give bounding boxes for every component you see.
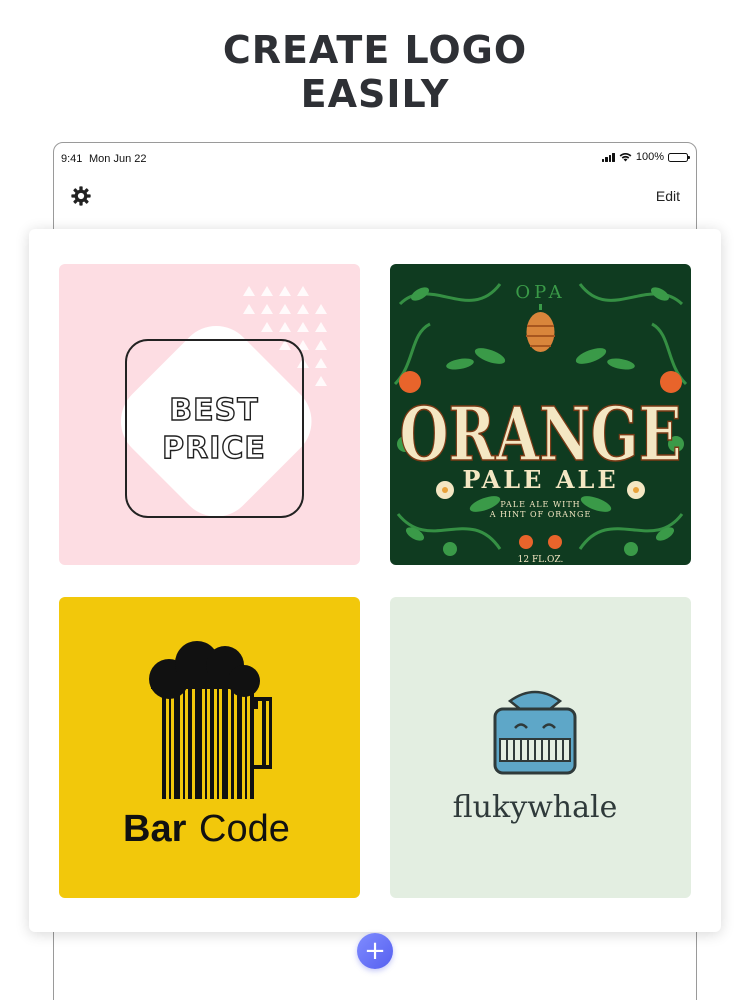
best-price-logo: BEST PRICE: [59, 264, 360, 565]
flukywhale-label: flukywhale: [453, 790, 618, 825]
cellular-signal-icon: [601, 152, 615, 162]
logo-gallery-card: BEST PRICE OPA ORANGE PALE ALE PALE ALE …: [29, 229, 721, 932]
wifi-icon: [619, 152, 632, 162]
logo-tile-best-price[interactable]: BEST PRICE: [59, 264, 360, 565]
promo-headline: CREATE LOGO EASILY: [0, 28, 750, 116]
status-time: 9:41: [61, 153, 83, 165]
barcode-label-bold: Bar: [123, 808, 187, 850]
pale-ale-subtitle: PALE ALE: [462, 465, 618, 494]
orange-pale-ale-logo: OPA ORANGE PALE ALE PALE ALE WITH A HINT…: [390, 264, 691, 565]
add-logo-button[interactable]: +: [357, 933, 393, 969]
barcode-logo: Bar Code: [59, 597, 360, 898]
status-bar: 9:41 Mon Jun 22 100%: [54, 143, 696, 171]
headline-line-2: EASILY: [300, 72, 450, 116]
battery-icon: [668, 152, 690, 162]
headline-line-1: CREATE LOGO: [222, 28, 528, 72]
nav-bar: Edit: [54, 179, 696, 213]
logo-tile-orange-pale-ale[interactable]: OPA ORANGE PALE ALE PALE ALE WITH A HINT…: [390, 264, 691, 565]
status-date: Mon Jun 22: [89, 153, 147, 165]
volume-label: 12 FL.OZ.: [518, 555, 564, 565]
flukywhale-logo: flukywhale: [390, 597, 691, 898]
tagline-line-2: A HINT OF ORANGE: [489, 510, 592, 519]
barcode-label-light: Code: [199, 808, 290, 850]
best-price-line-2: PRICE: [162, 431, 266, 466]
logo-tile-flukywhale[interactable]: flukywhale: [390, 597, 691, 898]
app-store-screenshot: CREATE LOGO EASILY 9:41 Mon Jun 22 100%: [0, 0, 750, 1000]
edit-button[interactable]: Edit: [656, 188, 680, 204]
status-indicators: 100%: [601, 151, 690, 163]
battery-percent: 100%: [635, 151, 664, 163]
logo-tile-barcode[interactable]: Bar Code: [59, 597, 360, 898]
opa-label: OPA: [515, 282, 565, 303]
best-price-line-1: BEST: [169, 393, 258, 428]
gear-icon[interactable]: [70, 185, 92, 207]
tagline-line-1: PALE ALE WITH: [500, 500, 580, 509]
